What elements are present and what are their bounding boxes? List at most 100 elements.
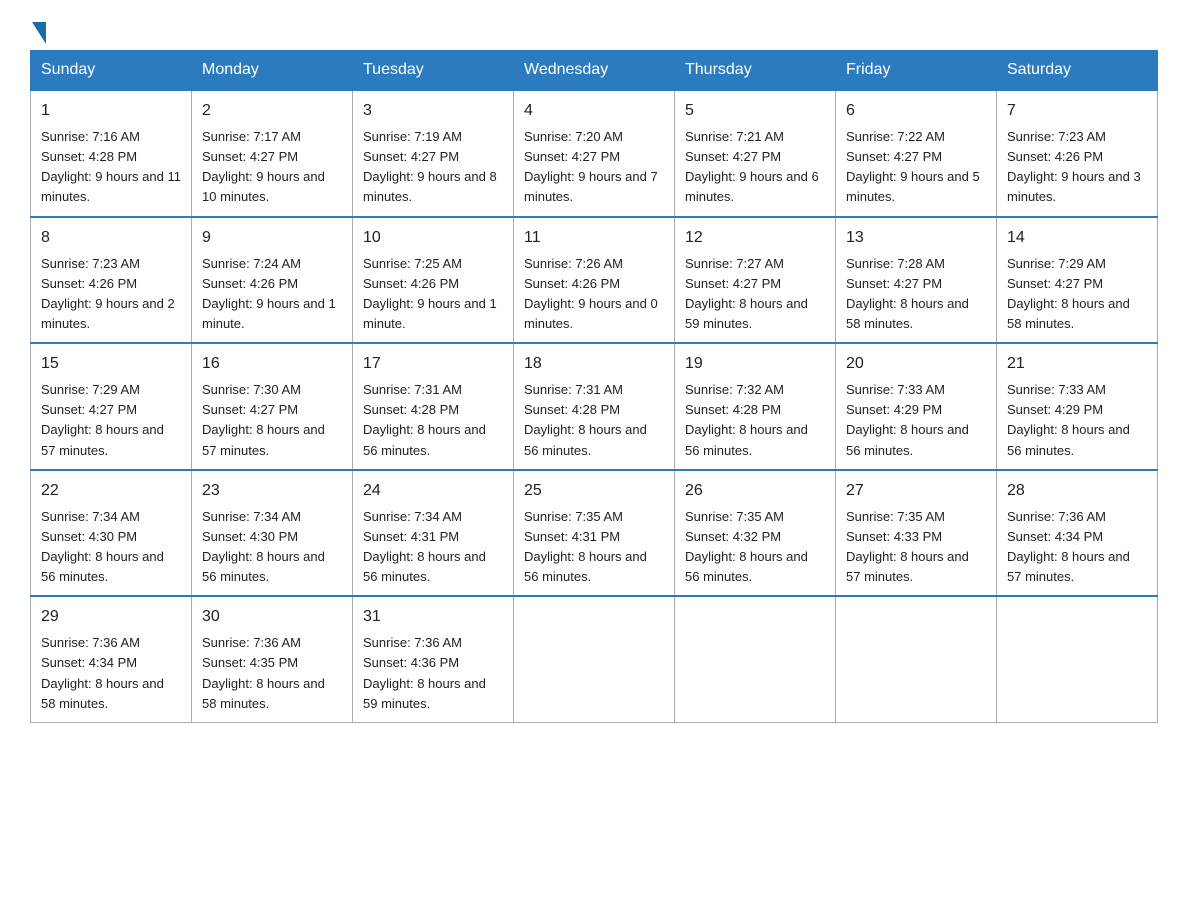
- day-info: Sunrise: 7:20 AMSunset: 4:27 PMDaylight:…: [524, 127, 664, 208]
- day-info: Sunrise: 7:34 AMSunset: 4:31 PMDaylight:…: [363, 507, 503, 588]
- day-number: 11: [524, 226, 664, 250]
- day-info: Sunrise: 7:23 AMSunset: 4:26 PMDaylight:…: [41, 254, 181, 335]
- calendar-cell: [836, 596, 997, 722]
- col-header-tuesday: Tuesday: [353, 51, 514, 91]
- calendar-cell: 4Sunrise: 7:20 AMSunset: 4:27 PMDaylight…: [514, 90, 675, 217]
- day-number: 16: [202, 352, 342, 376]
- calendar-cell: 13Sunrise: 7:28 AMSunset: 4:27 PMDayligh…: [836, 217, 997, 344]
- day-info: Sunrise: 7:34 AMSunset: 4:30 PMDaylight:…: [202, 507, 342, 588]
- calendar-cell: 3Sunrise: 7:19 AMSunset: 4:27 PMDaylight…: [353, 90, 514, 217]
- calendar-header-row: SundayMondayTuesdayWednesdayThursdayFrid…: [31, 51, 1158, 91]
- page-header: [30, 20, 1158, 40]
- calendar-cell: 12Sunrise: 7:27 AMSunset: 4:27 PMDayligh…: [675, 217, 836, 344]
- calendar-cell: 1 Sunrise: 7:16 AMSunset: 4:28 PMDaylight…: [31, 90, 192, 217]
- day-info: Sunrise: 7:23 AMSunset: 4:26 PMDaylight:…: [1007, 127, 1147, 208]
- day-info: Sunrise: 7:25 AMSunset: 4:26 PMDaylight:…: [363, 254, 503, 335]
- day-number: 3: [363, 99, 503, 123]
- day-info: Sunrise: 7:29 AMSunset: 4:27 PMDaylight:…: [41, 380, 181, 461]
- day-info: Sunrise: 7:35 AMSunset: 4:33 PMDaylight:…: [846, 507, 986, 588]
- day-number: 6: [846, 99, 986, 123]
- day-info: Sunrise: 7:36 AMSunset: 4:35 PMDaylight:…: [202, 633, 342, 714]
- calendar-cell: 19 Sunrise: 7:32 AMSunset: 4:28 PMDayligh…: [675, 343, 836, 470]
- logo: [30, 20, 46, 40]
- calendar-cell: 8 Sunrise: 7:23 AMSunset: 4:26 PMDaylight…: [31, 217, 192, 344]
- calendar-cell: 17 Sunrise: 7:31 AMSunset: 4:28 PMDayligh…: [353, 343, 514, 470]
- calendar-cell: 22Sunrise: 7:34 AMSunset: 4:30 PMDayligh…: [31, 470, 192, 597]
- day-number: 9: [202, 226, 342, 250]
- day-number: 2: [202, 99, 342, 123]
- day-info: Sunrise: 7:21 AMSunset: 4:27 PMDaylight:…: [685, 127, 825, 208]
- calendar-cell: 9Sunrise: 7:24 AMSunset: 4:26 PMDaylight…: [192, 217, 353, 344]
- col-header-friday: Friday: [836, 51, 997, 91]
- calendar-cell: 16 Sunrise: 7:30 AMSunset: 4:27 PMDayligh…: [192, 343, 353, 470]
- calendar-cell: 28 Sunrise: 7:36 AMSunset: 4:34 PMDayligh…: [997, 470, 1158, 597]
- calendar-cell: 30 Sunrise: 7:36 AMSunset: 4:35 PMDayligh…: [192, 596, 353, 722]
- day-info: Sunrise: 7:16 AMSunset: 4:28 PMDaylight:…: [41, 127, 181, 208]
- calendar-cell: 14Sunrise: 7:29 AMSunset: 4:27 PMDayligh…: [997, 217, 1158, 344]
- day-number: 1: [41, 99, 181, 123]
- calendar-cell: 2 Sunrise: 7:17 AMSunset: 4:27 PMDaylight…: [192, 90, 353, 217]
- calendar-cell: [997, 596, 1158, 722]
- day-info: Sunrise: 7:31 AMSunset: 4:28 PMDaylight:…: [524, 380, 664, 461]
- calendar-cell: 24 Sunrise: 7:34 AMSunset: 4:31 PMDayligh…: [353, 470, 514, 597]
- day-number: 26: [685, 479, 825, 503]
- calendar-cell: 5 Sunrise: 7:21 AMSunset: 4:27 PMDaylight…: [675, 90, 836, 217]
- day-number: 17: [363, 352, 503, 376]
- week-row-1: 1 Sunrise: 7:16 AMSunset: 4:28 PMDaylight…: [31, 90, 1158, 217]
- day-info: Sunrise: 7:36 AMSunset: 4:36 PMDaylight:…: [363, 633, 503, 714]
- week-row-5: 29 Sunrise: 7:36 AMSunset: 4:34 PMDayligh…: [31, 596, 1158, 722]
- calendar-cell: 23 Sunrise: 7:34 AMSunset: 4:30 PMDayligh…: [192, 470, 353, 597]
- day-info: Sunrise: 7:29 AMSunset: 4:27 PMDaylight:…: [1007, 254, 1147, 335]
- day-number: 28: [1007, 479, 1147, 503]
- day-info: Sunrise: 7:34 AMSunset: 4:30 PMDaylight:…: [41, 507, 181, 588]
- col-header-sunday: Sunday: [31, 51, 192, 91]
- day-info: Sunrise: 7:36 AMSunset: 4:34 PMDaylight:…: [41, 633, 181, 714]
- day-number: 18: [524, 352, 664, 376]
- day-info: Sunrise: 7:36 AMSunset: 4:34 PMDaylight:…: [1007, 507, 1147, 588]
- day-info: Sunrise: 7:35 AMSunset: 4:31 PMDaylight:…: [524, 507, 664, 588]
- day-info: Sunrise: 7:26 AMSunset: 4:26 PMDaylight:…: [524, 254, 664, 335]
- day-info: Sunrise: 7:22 AMSunset: 4:27 PMDaylight:…: [846, 127, 986, 208]
- calendar-cell: 11 Sunrise: 7:26 AMSunset: 4:26 PMDayligh…: [514, 217, 675, 344]
- day-number: 5: [685, 99, 825, 123]
- day-number: 30: [202, 605, 342, 629]
- day-number: 24: [363, 479, 503, 503]
- day-number: 23: [202, 479, 342, 503]
- day-info: Sunrise: 7:17 AMSunset: 4:27 PMDaylight:…: [202, 127, 342, 208]
- calendar-cell: 7 Sunrise: 7:23 AMSunset: 4:26 PMDaylight…: [997, 90, 1158, 217]
- col-header-wednesday: Wednesday: [514, 51, 675, 91]
- day-number: 20: [846, 352, 986, 376]
- calendar-cell: 18 Sunrise: 7:31 AMSunset: 4:28 PMDayligh…: [514, 343, 675, 470]
- calendar-cell: [675, 596, 836, 722]
- day-number: 7: [1007, 99, 1147, 123]
- day-number: 8: [41, 226, 181, 250]
- calendar-cell: 10 Sunrise: 7:25 AMSunset: 4:26 PMDayligh…: [353, 217, 514, 344]
- calendar-cell: 31Sunrise: 7:36 AMSunset: 4:36 PMDayligh…: [353, 596, 514, 722]
- week-row-4: 22Sunrise: 7:34 AMSunset: 4:30 PMDayligh…: [31, 470, 1158, 597]
- day-number: 13: [846, 226, 986, 250]
- calendar-cell: 15Sunrise: 7:29 AMSunset: 4:27 PMDayligh…: [31, 343, 192, 470]
- logo-text: [30, 20, 46, 44]
- week-row-2: 8 Sunrise: 7:23 AMSunset: 4:26 PMDaylight…: [31, 217, 1158, 344]
- day-number: 25: [524, 479, 664, 503]
- day-number: 29: [41, 605, 181, 629]
- calendar-cell: 21Sunrise: 7:33 AMSunset: 4:29 PMDayligh…: [997, 343, 1158, 470]
- calendar-table: SundayMondayTuesdayWednesdayThursdayFrid…: [30, 50, 1158, 723]
- day-number: 12: [685, 226, 825, 250]
- logo-arrow-icon: [32, 22, 46, 44]
- calendar-cell: 26 Sunrise: 7:35 AMSunset: 4:32 PMDayligh…: [675, 470, 836, 597]
- day-info: Sunrise: 7:31 AMSunset: 4:28 PMDaylight:…: [363, 380, 503, 461]
- col-header-saturday: Saturday: [997, 51, 1158, 91]
- col-header-thursday: Thursday: [675, 51, 836, 91]
- calendar-cell: 27Sunrise: 7:35 AMSunset: 4:33 PMDayligh…: [836, 470, 997, 597]
- day-info: Sunrise: 7:33 AMSunset: 4:29 PMDaylight:…: [1007, 380, 1147, 461]
- week-row-3: 15Sunrise: 7:29 AMSunset: 4:27 PMDayligh…: [31, 343, 1158, 470]
- day-info: Sunrise: 7:33 AMSunset: 4:29 PMDaylight:…: [846, 380, 986, 461]
- day-number: 19: [685, 352, 825, 376]
- calendar-cell: 6 Sunrise: 7:22 AMSunset: 4:27 PMDaylight…: [836, 90, 997, 217]
- day-number: 10: [363, 226, 503, 250]
- day-info: Sunrise: 7:30 AMSunset: 4:27 PMDaylight:…: [202, 380, 342, 461]
- day-info: Sunrise: 7:35 AMSunset: 4:32 PMDaylight:…: [685, 507, 825, 588]
- calendar-cell: 29 Sunrise: 7:36 AMSunset: 4:34 PMDayligh…: [31, 596, 192, 722]
- day-info: Sunrise: 7:32 AMSunset: 4:28 PMDaylight:…: [685, 380, 825, 461]
